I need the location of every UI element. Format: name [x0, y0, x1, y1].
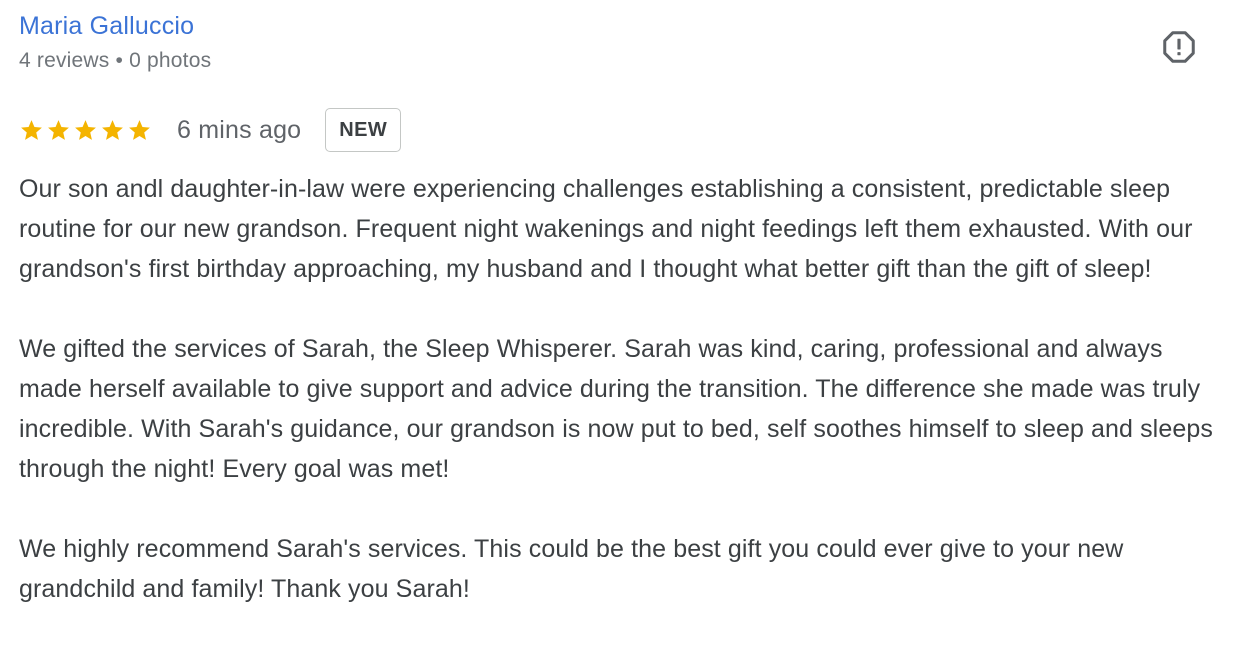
reviewer-stats: 4 reviews • 0 photos — [19, 49, 212, 72]
star-icon — [21, 119, 42, 140]
star-icon — [129, 119, 150, 140]
review-paragraph: We highly recommend Sarah's services. Th… — [19, 535, 1124, 603]
review-paragraph: We gifted the services of Sarah, the Sle… — [19, 335, 1213, 483]
report-flag-icon — [1163, 31, 1195, 63]
star-icon — [48, 119, 69, 140]
review-text: Our son andl daughter-in-law were experi… — [19, 169, 1231, 609]
new-badge: NEW — [325, 108, 402, 152]
review-card: Maria Galluccio 4 reviews • 0 photos 6 m… — [19, 0, 1231, 664]
review-paragraph: Our son andl daughter-in-law were experi… — [19, 175, 1193, 283]
reviewer-name-link[interactable]: Maria Galluccio — [19, 10, 194, 42]
rating-row: 6 mins ago NEW — [19, 106, 402, 154]
star-icon — [102, 119, 123, 140]
review-time: 6 mins ago — [177, 116, 302, 144]
star-rating — [19, 118, 152, 143]
star-icon — [75, 119, 96, 140]
report-review-button[interactable] — [1159, 27, 1199, 67]
